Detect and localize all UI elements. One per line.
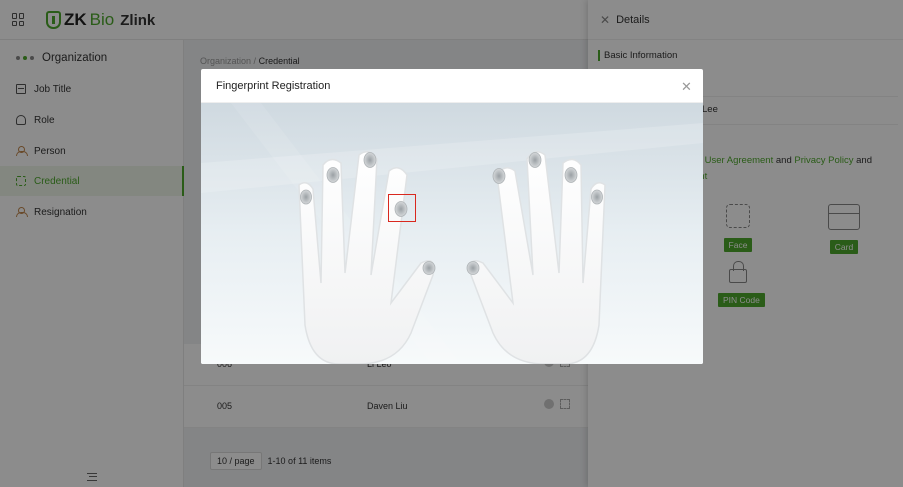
dialog-header: Fingerprint Registration	[201, 69, 703, 103]
finger-left-pinky[interactable]	[299, 190, 313, 204]
finger-right-middle[interactable]	[528, 153, 542, 167]
hands-stage	[201, 103, 703, 364]
finger-right-index[interactable]	[492, 169, 506, 183]
hands-illustration	[201, 103, 703, 364]
right-hand	[469, 151, 606, 364]
selected-finger-highlight	[388, 194, 416, 222]
finger-right-thumb[interactable]	[466, 261, 480, 275]
finger-left-thumb[interactable]	[422, 261, 436, 275]
fingerprint-registration-dialog: Fingerprint Registration ✕	[201, 69, 703, 364]
close-icon[interactable]: ✕	[681, 79, 692, 95]
finger-right-ring[interactable]	[564, 168, 578, 182]
finger-left-ring[interactable]	[326, 168, 340, 182]
finger-right-pinky[interactable]	[590, 190, 604, 204]
finger-left-middle[interactable]	[363, 153, 377, 167]
dialog-title: Fingerprint Registration	[216, 79, 331, 92]
